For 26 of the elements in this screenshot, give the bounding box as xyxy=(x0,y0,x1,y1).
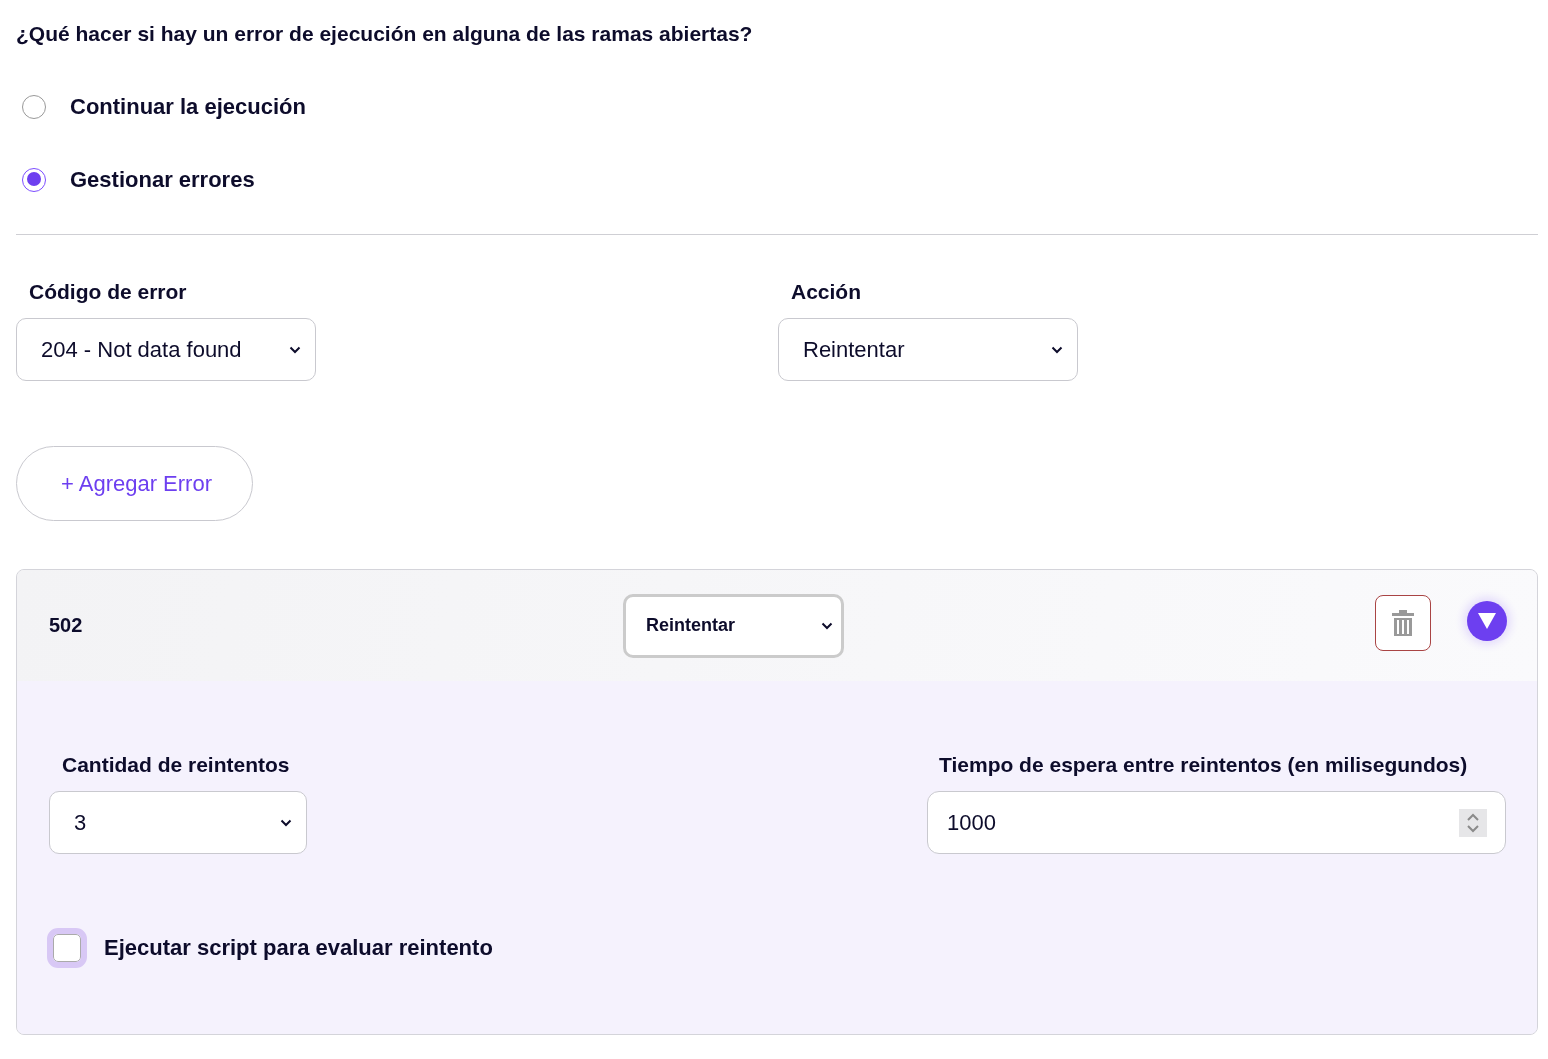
caret-icon xyxy=(821,621,833,630)
error-code: 502 xyxy=(49,614,84,637)
dropdown[interactable]: Reintentar xyxy=(623,593,844,658)
radio-label: Continuar la ejecución xyxy=(70,93,306,120)
radio-label: Gestionar errores xyxy=(70,166,255,193)
field-label: Tiempo de espera entre reintentos (en milisegundos) xyxy=(939,753,1469,777)
number-field[interactable]: 1000 xyxy=(927,791,1506,854)
dropdown[interactable]: 204 - Not data found xyxy=(16,318,316,381)
spinner-icon xyxy=(1459,809,1487,837)
radio-button[interactable] xyxy=(22,94,46,119)
dropdown[interactable]: 3 xyxy=(49,791,307,854)
question-text: ¿Qué hacer si hay un error de ejecución en alguna de las ramas abiertas? xyxy=(16,22,754,46)
caret-icon xyxy=(280,818,292,827)
field-label: Cantidad de reintentos xyxy=(62,753,291,777)
field-label: Código de error xyxy=(29,280,188,304)
caret-icon xyxy=(1051,345,1063,354)
radio-button[interactable] xyxy=(22,167,46,192)
dropdown[interactable]: Reintentar xyxy=(778,318,1078,381)
add-error-button[interactable]: + Agregar Error xyxy=(16,446,253,521)
delete-button[interactable] xyxy=(1375,594,1431,651)
field-label: Acción xyxy=(791,280,862,304)
checkbox-label: Ejecutar script para evaluar reintento xyxy=(104,935,493,961)
triangle-icon xyxy=(1477,611,1497,630)
expand-toggle[interactable] xyxy=(1467,600,1507,641)
trash-icon xyxy=(1392,609,1414,636)
caret-icon xyxy=(289,345,301,354)
